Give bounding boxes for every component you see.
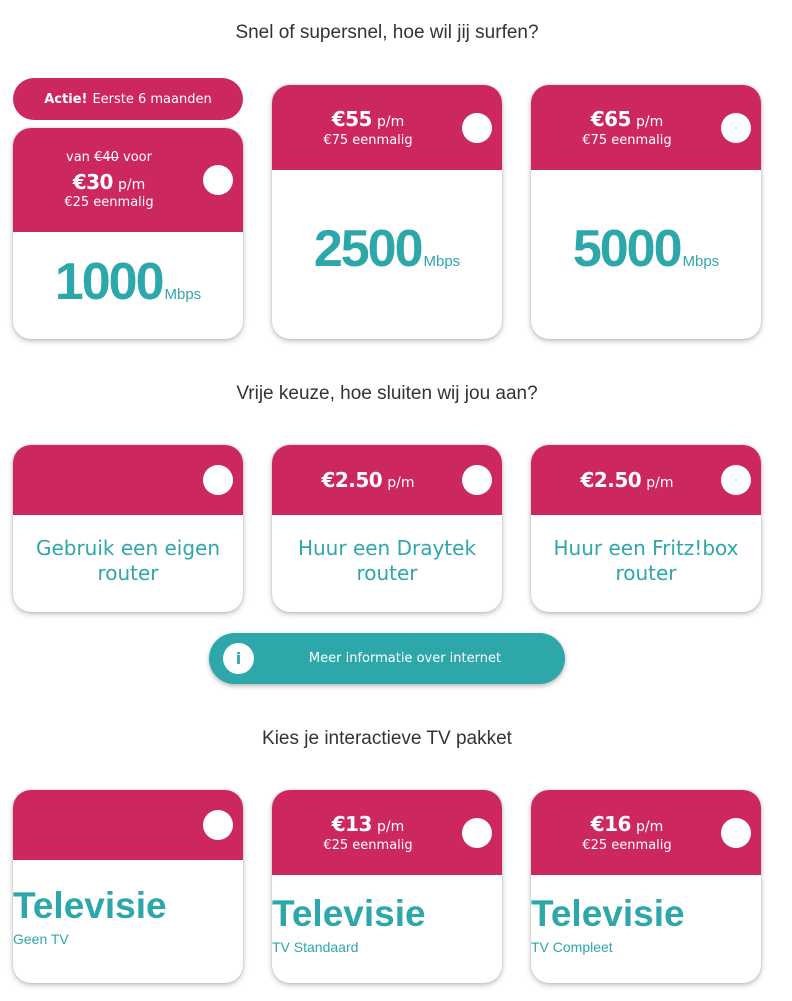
radio-button[interactable] (462, 113, 492, 143)
price: €2.50 p/m (321, 468, 415, 492)
info-icon: i (223, 643, 254, 674)
router-option-header (13, 445, 243, 515)
tv-option-header: €13 p/m €25 eenmalig (272, 790, 502, 875)
radio-button[interactable] (462, 465, 492, 495)
router-option-own[interactable]: Gebruik een eigen router (13, 445, 243, 612)
setup-fee: €25 eenmalig (64, 195, 154, 210)
router-option-label: Huur een Fritz!box router (553, 536, 739, 585)
more-info-internet-button[interactable]: i Meer informatie over internet (209, 633, 565, 684)
price: €30 p/m (72, 170, 146, 194)
tv-option-name: Televisie (13, 885, 167, 926)
radio-button[interactable] (203, 810, 233, 840)
price: €13 p/m (331, 812, 405, 836)
setup-fee: €25 eenmalig (582, 838, 672, 853)
speed-option-1000[interactable]: van €40 voor €30 p/m €25 eenmalig 1000 Mb… (13, 128, 243, 339)
router-option-draytek[interactable]: €2.50 p/m Huur een Draytek router (272, 445, 502, 612)
tv-option-package: TV Standaard (272, 939, 359, 955)
tv-option-geen-tv[interactable]: Televisie Geen TV (13, 790, 243, 983)
promo-badge-bold: Actie! (44, 91, 88, 107)
tv-option-name: Televisie (531, 893, 685, 934)
radio-button[interactable] (203, 465, 233, 495)
speed-option-header: €55 p/m €75 eenmalig (272, 85, 502, 170)
speed-value: 5000 Mbps (572, 220, 720, 278)
tv-section-title: Kies je interactieve TV pakket (262, 728, 512, 749)
price: €65 p/m (590, 107, 664, 131)
speed-option-header: €65 p/m €75 eenmalig (531, 85, 761, 170)
radio-button[interactable] (462, 818, 492, 848)
speed-value: 2500 Mbps (313, 220, 461, 278)
router-option-fritzbox[interactable]: €2.50 p/m Huur een Fritz!box router (531, 445, 761, 612)
promo-badge-text: Eerste 6 maanden (92, 91, 212, 107)
setup-fee: €75 eenmalig (323, 133, 413, 148)
setup-fee: €75 eenmalig (582, 133, 672, 148)
router-option-label: Gebruik een eigen router (35, 536, 221, 585)
price: €55 p/m (331, 107, 405, 131)
more-info-label: Meer informatie over internet (308, 651, 502, 666)
speed-option-header: van €40 voor €30 p/m €25 eenmalig (13, 128, 243, 232)
router-option-label: Huur een Draytek router (297, 536, 477, 585)
radio-button[interactable] (721, 465, 751, 495)
radio-button[interactable] (721, 818, 751, 848)
promo-badge: Actie! Eerste 6 maanden (13, 78, 243, 120)
tv-option-standaard[interactable]: €13 p/m €25 eenmalig Televisie TV Standa… (272, 790, 502, 983)
tv-option-package: TV Compleet (531, 939, 613, 955)
tv-option-header: €16 p/m €25 eenmalig (531, 790, 761, 875)
router-option-header: €2.50 p/m (531, 445, 761, 515)
tv-option-header (13, 790, 243, 860)
speed-option-2500[interactable]: €55 p/m €75 eenmalig 2500 Mbps (272, 85, 502, 339)
internet-section-title: Snel of supersnel, hoe wil jij surfen? (235, 22, 539, 43)
price: €2.50 p/m (580, 468, 674, 492)
tv-option-name: Televisie (272, 893, 426, 934)
setup-fee: €25 eenmalig (323, 838, 413, 853)
tv-option-package: Geen TV (13, 931, 69, 947)
speed-option-5000[interactable]: €65 p/m €75 eenmalig 5000 Mbps (531, 85, 761, 339)
price: €16 p/m (590, 812, 664, 836)
old-price: €40 (94, 150, 119, 165)
speed-value: 1000 Mbps (54, 253, 202, 311)
radio-button[interactable] (721, 113, 751, 143)
router-section-title: Vrije keuze, hoe sluiten wij jou aan? (236, 383, 538, 404)
tv-option-compleet[interactable]: €16 p/m €25 eenmalig Televisie TV Comple… (531, 790, 761, 983)
radio-button[interactable] (203, 165, 233, 195)
router-option-header: €2.50 p/m (272, 445, 502, 515)
old-price-line: van €40 voor (66, 150, 152, 165)
